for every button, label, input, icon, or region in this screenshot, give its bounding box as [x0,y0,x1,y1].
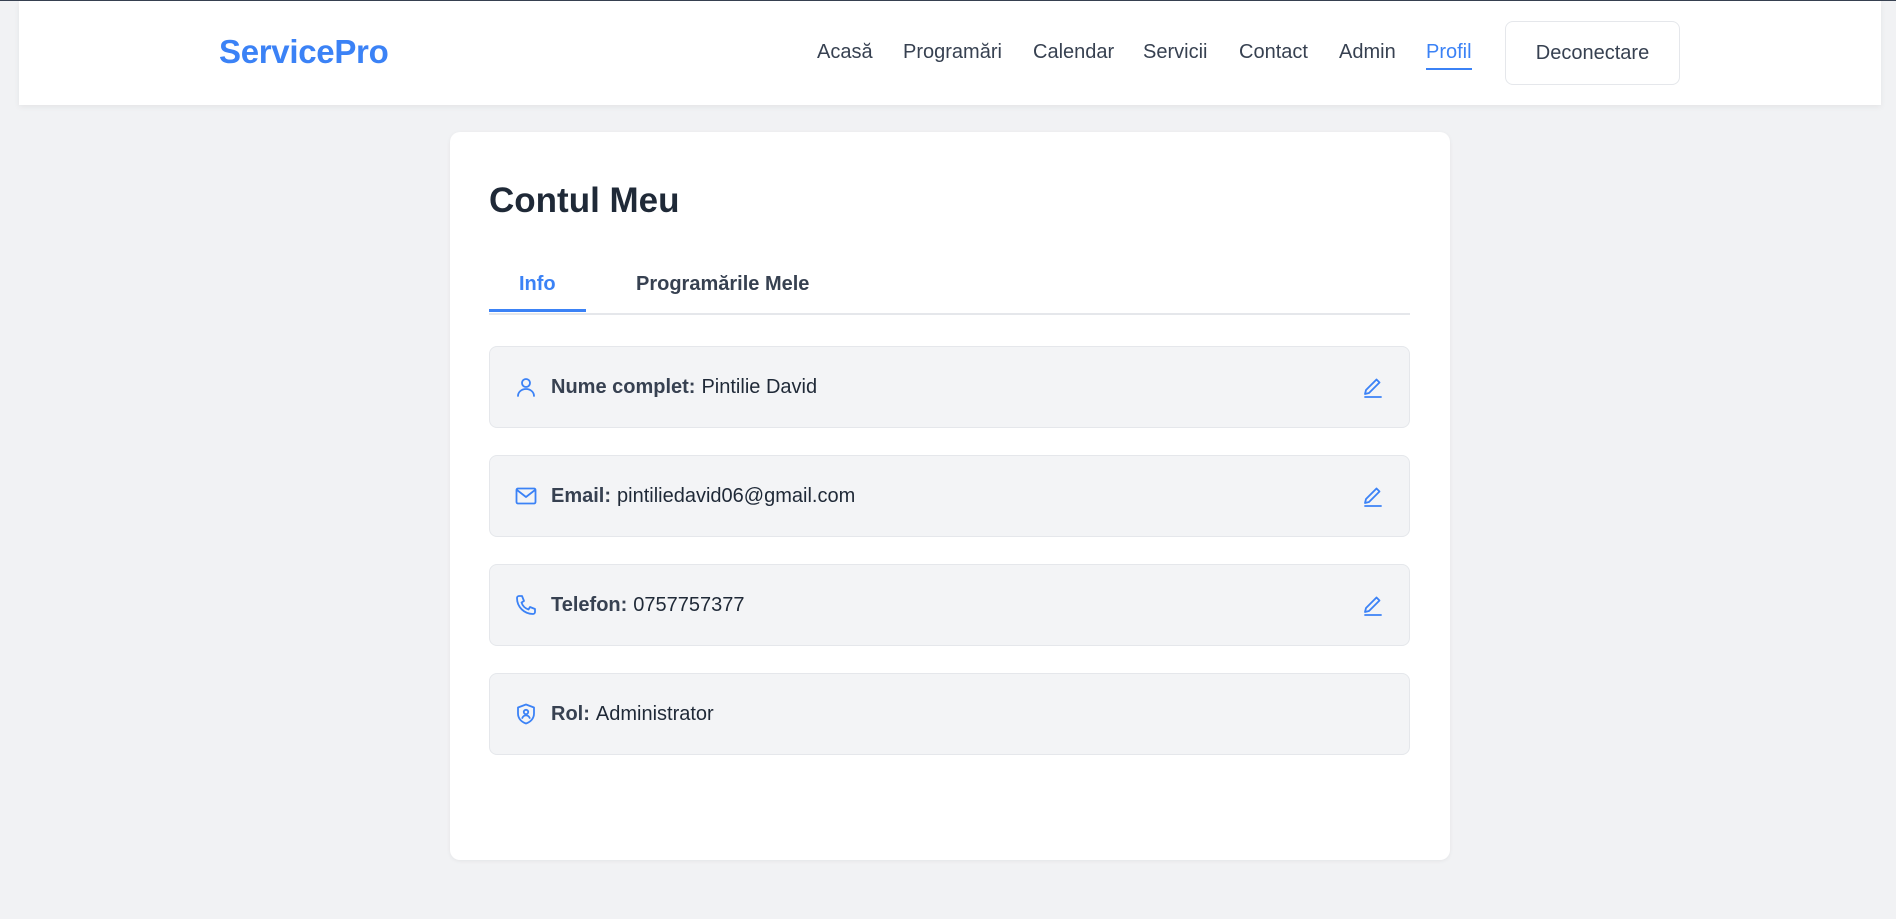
profile-phone-value: 0757757377 [633,594,745,616]
nav-link-programari[interactable]: Programări [903,41,1002,64]
user-icon [514,375,538,399]
edit-phone-button[interactable] [1361,593,1385,617]
profile-email-label: Email: [551,485,612,507]
nav-link-acasa[interactable]: Acasă [817,41,873,64]
profile-phone-label: Telefon: [551,594,628,616]
phone-icon [514,593,538,617]
brand-logo[interactable]: ServicePro [219,33,389,71]
mail-icon [514,484,538,508]
account-card: Contul Meu Info Programările Mele Nume c… [450,132,1450,860]
profile-role-value: Administrator [595,703,714,725]
tab-programarile-mele[interactable]: Programările Mele [636,273,809,296]
navbar: ServicePro Acasă Programări Calendar Ser… [19,1,1881,105]
nav-link-admin[interactable]: Admin [1339,41,1396,64]
nav-link-contact[interactable]: Contact [1239,41,1308,64]
nav-link-profil[interactable]: Profil [1426,41,1472,70]
profile-name-label: Nume complet: [551,376,696,398]
tabs-divider [489,313,1410,315]
active-tab-indicator [489,309,586,312]
nav-link-calendar[interactable]: Calendar [1033,41,1114,64]
profile-role-label: Rol: [551,703,590,725]
pencil-icon [1364,487,1382,507]
profile-row-email: Email: pintiliedavid06@gmail.com [489,455,1410,537]
logout-button[interactable]: Deconectare [1505,21,1680,85]
tab-info[interactable]: Info [519,273,556,296]
profile-email-value: pintiliedavid06@gmail.com [617,485,856,507]
shield-user-icon [514,702,538,726]
profile-phone-text: Telefon: 0757757377 [551,594,745,617]
nav-link-servicii[interactable]: Servicii [1143,41,1207,64]
profile-email-text: Email: pintiliedavid06@gmail.com [551,485,855,508]
pencil-icon [1364,378,1382,398]
profile-row-phone: Telefon: 0757757377 [489,564,1410,646]
profile-row-name: Nume complet: Pintilie David [489,346,1410,428]
profile-role-text: Rol: Administrator [551,703,714,726]
pencil-icon [1364,596,1382,616]
profile-row-role: Rol: Administrator [489,673,1410,755]
profile-name-value: Pintilie David [701,376,818,398]
edit-email-button[interactable] [1361,484,1385,508]
profile-name-text: Nume complet: Pintilie David [551,376,817,399]
page-title: Contul Meu [489,181,680,220]
edit-name-button[interactable] [1361,375,1385,399]
